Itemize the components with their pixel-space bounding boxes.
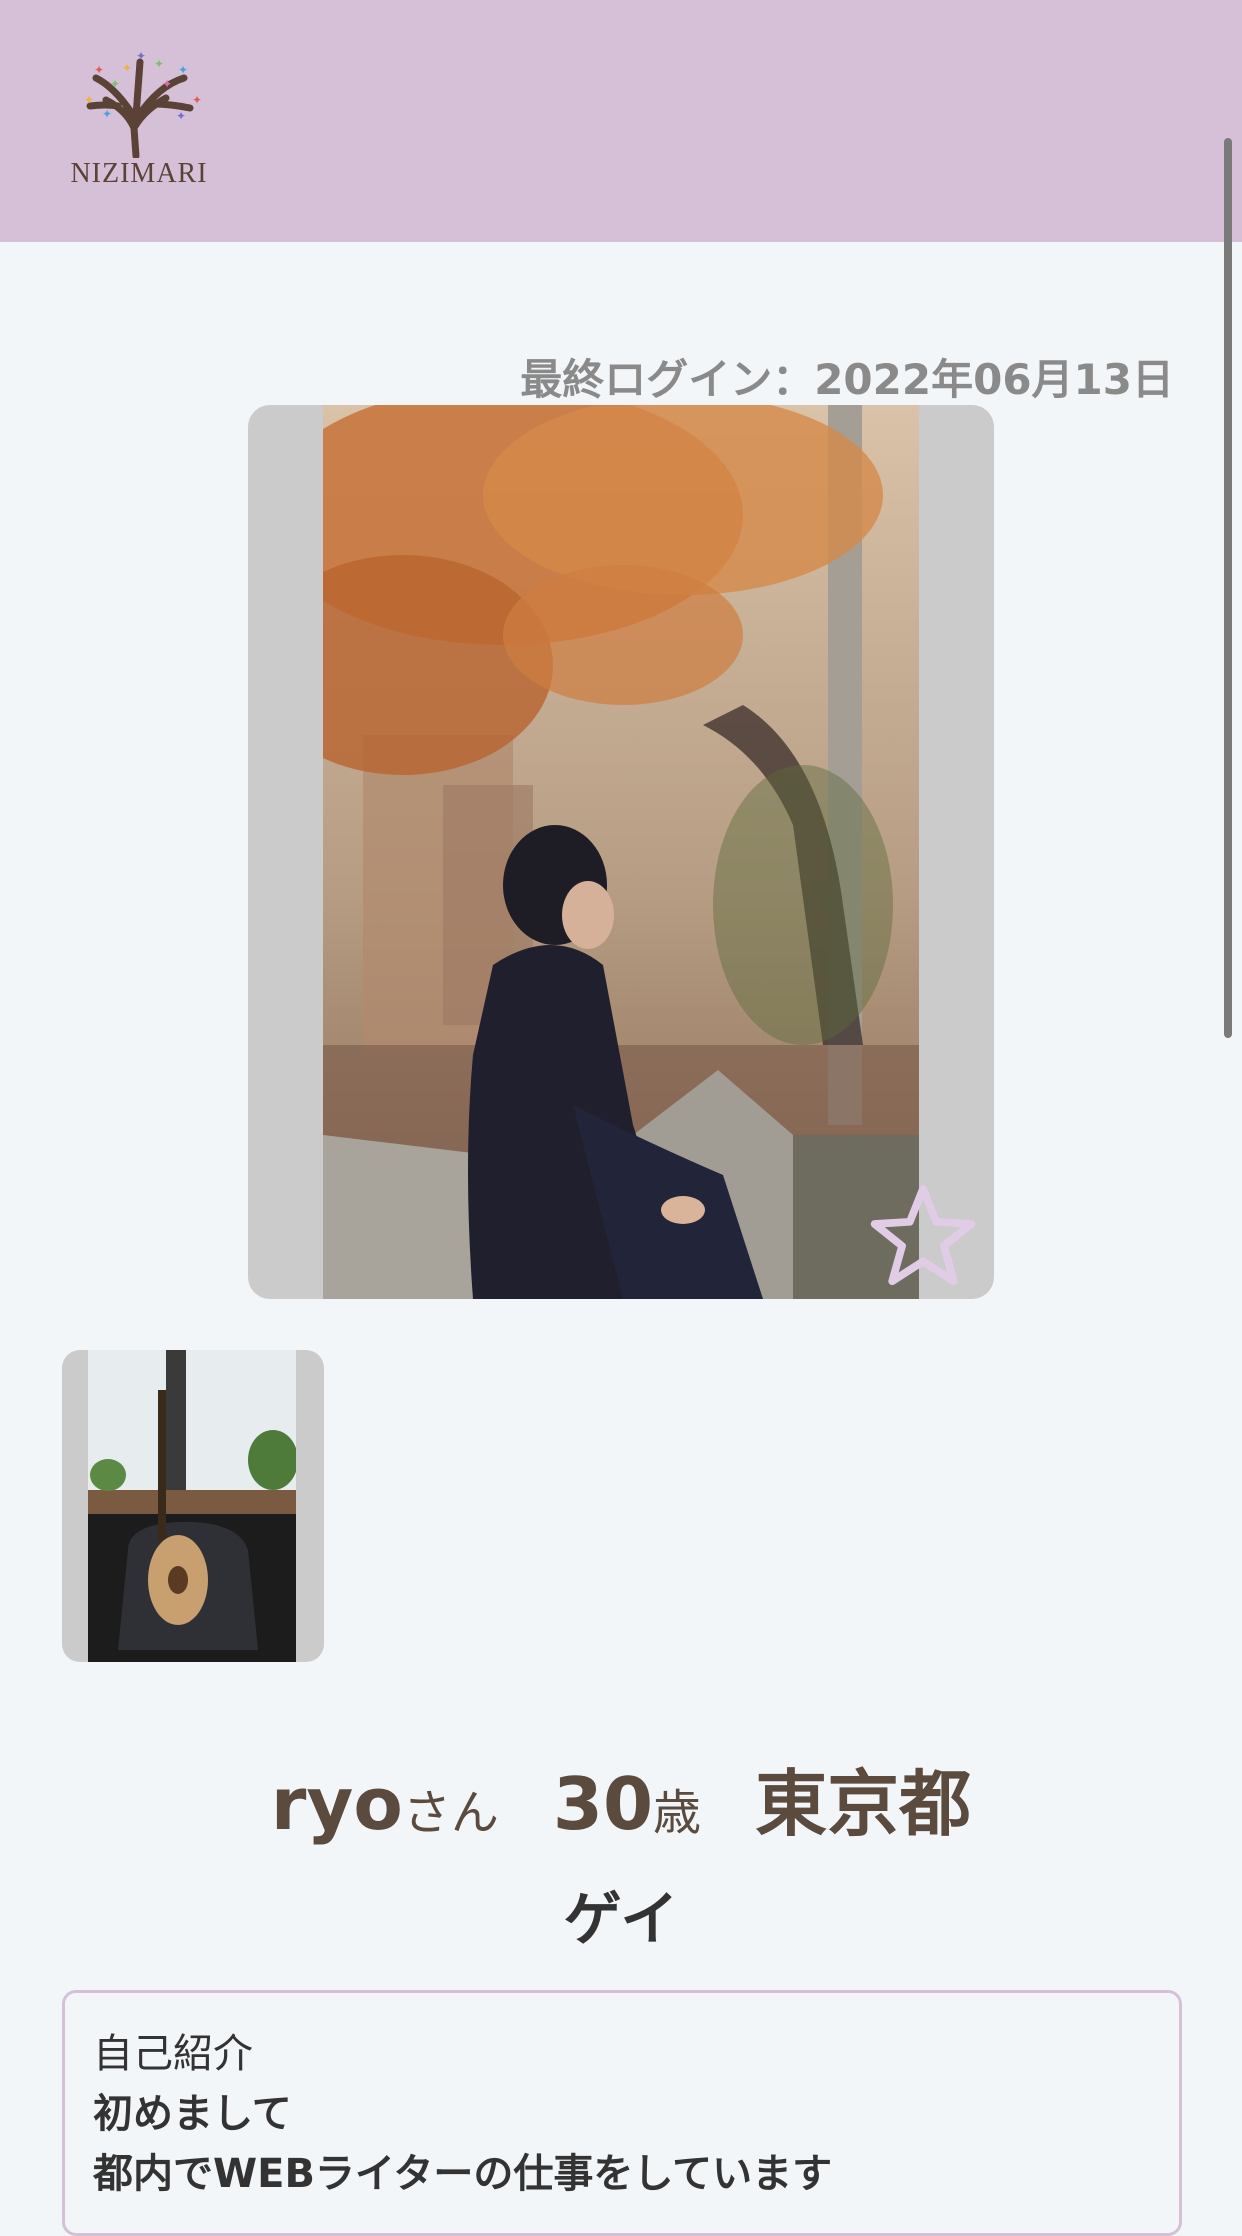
- page-scrollbar[interactable]: [1224, 138, 1232, 1038]
- thumbnail-image[interactable]: [88, 1350, 296, 1662]
- svg-text:✦: ✦: [154, 57, 164, 71]
- user-name: ryo: [270, 1762, 403, 1846]
- intro-line: 初めまして: [93, 2091, 292, 2137]
- svg-text:✦: ✦: [102, 107, 112, 121]
- intro-line: 都内でWEBライターの仕事をしています: [93, 2151, 833, 2197]
- main-photo-frame[interactable]: [248, 405, 994, 1299]
- svg-text:✦: ✦: [94, 63, 104, 77]
- main-profile-photo[interactable]: [323, 405, 919, 1299]
- user-location: 東京都: [755, 1762, 972, 1846]
- brand-name: NIZIMARI: [70, 158, 208, 189]
- photo-thumbnail[interactable]: [62, 1350, 324, 1662]
- profile-summary: ryoさん 30歳 東京都: [0, 1745, 1242, 1850]
- age-suffix: 歳: [653, 1785, 702, 1841]
- tree-logo-icon: ✦ ✦ ✦ ✦ ✦ ✦ ✦ ✦ ✦ ✦ ✦: [84, 49, 202, 160]
- app-header: ✦ ✦ ✦ ✦ ✦ ✦ ✦ ✦ ✦ ✦ ✦ NIZIMARI: [0, 0, 1242, 242]
- nizimari-logo[interactable]: ✦ ✦ ✦ ✦ ✦ ✦ ✦ ✦ ✦ ✦ ✦ NIZIMARI: [66, 48, 212, 198]
- user-orientation: ゲイ: [563, 1885, 679, 1953]
- svg-text:✦: ✦: [110, 77, 120, 91]
- svg-text:✦: ✦: [136, 49, 146, 63]
- svg-text:✦: ✦: [178, 63, 188, 77]
- svg-text:✦: ✦: [122, 61, 132, 75]
- svg-text:✦: ✦: [84, 93, 94, 107]
- svg-text:✦: ✦: [162, 77, 172, 91]
- self-introduction-box: 自己紹介 初めまして 都内でWEBライターの仕事をしています: [62, 1990, 1182, 2236]
- svg-text:✦: ✦: [176, 109, 186, 123]
- intro-title: 自己紹介: [93, 2031, 253, 2077]
- last-login-date: 最終ログイン：2022年06月13日: [520, 355, 1174, 404]
- svg-text:✦: ✦: [192, 93, 202, 107]
- favorite-star-icon[interactable]: [868, 1180, 978, 1290]
- user-age: 30: [552, 1762, 654, 1846]
- name-suffix: さん: [402, 1785, 499, 1841]
